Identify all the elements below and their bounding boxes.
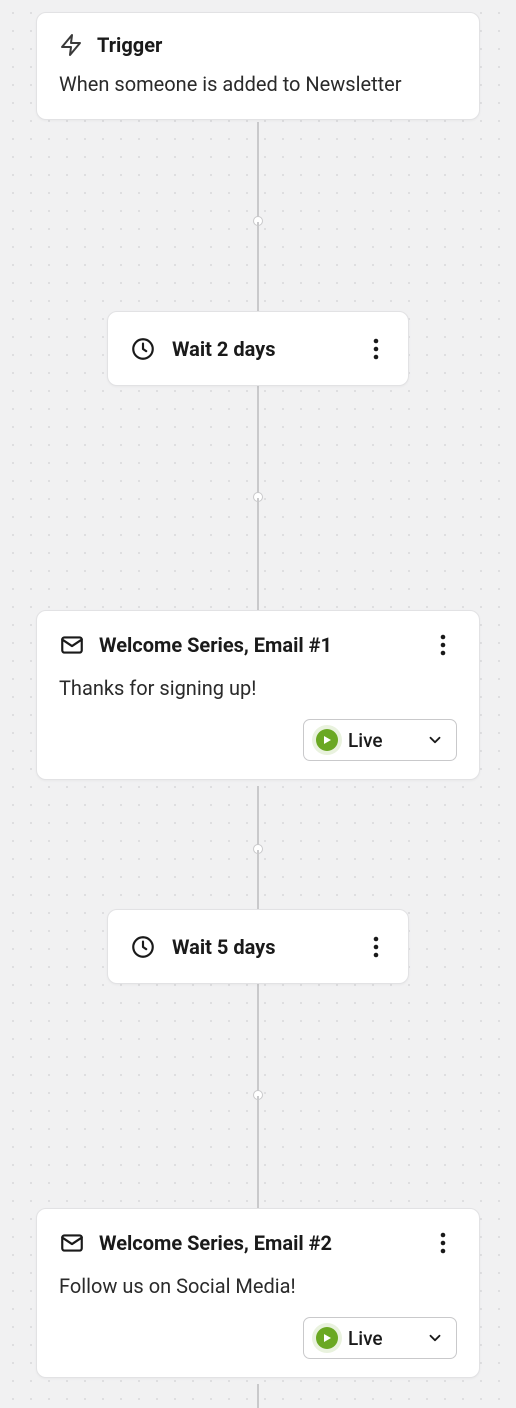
chevron-down-icon [426, 1329, 444, 1347]
wait-step-card[interactable]: Wait 5 days [107, 909, 409, 984]
trigger-header: Trigger [59, 33, 457, 57]
more-menu-button[interactable] [429, 631, 457, 659]
more-menu-button[interactable] [362, 933, 390, 961]
live-status-icon [316, 729, 338, 751]
email-step-card[interactable]: Welcome Series, Email #1 Thanks for sign… [36, 610, 480, 780]
status-dropdown[interactable]: Live [303, 719, 457, 761]
wait-label: Wait 5 days [172, 935, 362, 959]
more-menu-button[interactable] [429, 1229, 457, 1257]
envelope-icon [59, 632, 85, 658]
trigger-card[interactable]: Trigger When someone is added to Newslet… [36, 12, 480, 120]
connector-line [257, 850, 259, 910]
status-label: Live [348, 1327, 416, 1350]
email-description: Thanks for signing up! [59, 675, 457, 701]
trigger-title: Trigger [97, 33, 162, 57]
wait-label: Wait 2 days [172, 337, 362, 361]
email-header: Welcome Series, Email #1 [59, 631, 457, 659]
clock-icon [130, 934, 156, 960]
email-title: Welcome Series, Email #1 [99, 633, 415, 657]
connector-line [257, 1096, 259, 1208]
connector-line [257, 222, 259, 312]
email-step-card[interactable]: Welcome Series, Email #2 Follow us on So… [36, 1208, 480, 1378]
lightning-icon [59, 33, 83, 57]
connector-line [257, 498, 259, 610]
connector-line [257, 984, 259, 1096]
connector-line [257, 386, 259, 498]
email-description: Follow us on Social Media! [59, 1273, 457, 1299]
clock-icon [130, 336, 156, 362]
email-header: Welcome Series, Email #2 [59, 1229, 457, 1257]
more-menu-button[interactable] [362, 335, 390, 363]
connector-line [257, 786, 259, 850]
status-dropdown[interactable]: Live [303, 1317, 457, 1359]
live-status-icon [316, 1327, 338, 1349]
connector-line [257, 122, 259, 222]
envelope-icon [59, 1230, 85, 1256]
trigger-description: When someone is added to Newsletter [59, 71, 457, 97]
email-title: Welcome Series, Email #2 [99, 1231, 415, 1255]
connector-line [257, 1384, 259, 1408]
chevron-down-icon [426, 731, 444, 749]
wait-step-card[interactable]: Wait 2 days [107, 311, 409, 386]
status-label: Live [348, 729, 416, 752]
